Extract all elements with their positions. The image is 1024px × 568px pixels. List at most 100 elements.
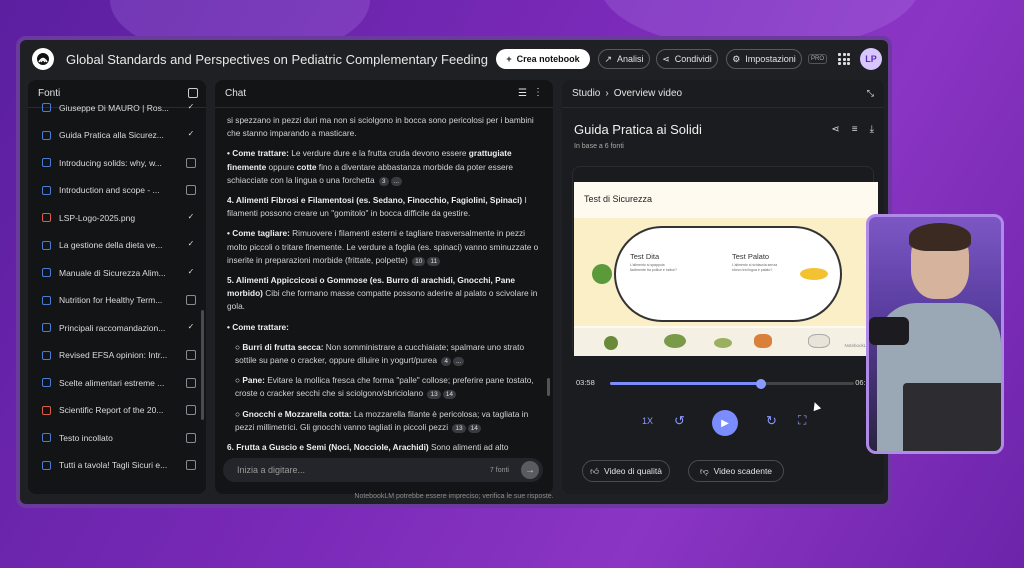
source-item[interactable]: Guida Pratica alla Sicurez... ✓ <box>28 122 206 150</box>
play-button[interactable]: ▶ <box>712 410 738 436</box>
source-checkbox[interactable] <box>186 432 196 443</box>
source-checkbox[interactable]: ✓ <box>186 130 196 140</box>
webcam-overlay <box>866 214 1004 454</box>
source-checkbox[interactable] <box>186 377 196 388</box>
chat-paragraph: • Come trattare: Le verdure dure e la fr… <box>227 148 513 186</box>
chat-paragraph: si spezzano in pezzi duri ma non si scio… <box>227 115 534 139</box>
tune-icon[interactable]: ☰ <box>518 88 527 99</box>
source-checkbox[interactable] <box>186 185 196 196</box>
document-icon <box>42 240 51 250</box>
document-icon <box>42 295 51 305</box>
document-icon <box>42 103 51 113</box>
video-sources-count: In base a 6 fonti <box>574 143 624 150</box>
source-checkbox[interactable] <box>186 405 196 416</box>
citation-chip[interactable]: 13 <box>452 423 466 433</box>
source-checkbox[interactable] <box>186 157 196 168</box>
chat-paragraph: 6. Frutta a Guscio e Semi (Noci, Nocciol… <box>227 442 509 453</box>
chat-paragraph: 4. Alimenti Fibrosi e Filamentosi (es. S… <box>227 195 527 219</box>
bad-video-button[interactable]: 👎︎ Video scadente <box>688 460 784 482</box>
source-label: Scientific Report of the 20... <box>59 405 164 416</box>
apps-grid-icon[interactable] <box>838 53 850 65</box>
source-item[interactable]: Giuseppe Di MAURO | Ros... ✓ <box>28 94 206 122</box>
collapse-icon[interactable]: ⤡ <box>867 88 874 99</box>
share-button[interactable]: ⋖ Condividi <box>656 49 718 69</box>
good-video-button[interactable]: 👍︎ Video di qualità <box>582 460 670 482</box>
breadcrumb-studio[interactable]: Studio <box>572 88 600 99</box>
progress-knob[interactable] <box>756 378 767 389</box>
source-label: Nutrition for Healthy Term... <box>59 295 163 306</box>
source-checkbox[interactable]: ✓ <box>186 240 196 250</box>
edit-notes-icon[interactable]: ≡ <box>852 124 858 135</box>
document-icon <box>42 350 51 360</box>
sources-scrollbar[interactable] <box>201 310 204 420</box>
citation-chip[interactable]: ... <box>452 357 465 367</box>
source-checkbox[interactable]: ✓ <box>186 267 196 278</box>
source-checkbox[interactable] <box>186 295 196 306</box>
source-item[interactable]: Manuale di Sicurezza Alim... ✓ <box>28 259 206 287</box>
rewind-10-icon[interactable]: ↺ <box>674 413 685 429</box>
speed-button[interactable]: 1X <box>642 416 653 426</box>
citation-chip[interactable]: 13 <box>427 390 441 400</box>
citation-chip[interactable]: 14 <box>442 390 456 400</box>
source-checkbox[interactable] <box>186 460 196 471</box>
citation-chip[interactable]: 3 <box>378 176 389 186</box>
avatar[interactable]: LP <box>860 48 882 70</box>
chat-input[interactable]: Inizia a digitare... 7 fonti → <box>223 458 543 482</box>
download-icon[interactable]: ⤓ <box>870 124 874 135</box>
notebooklm-logo-icon[interactable] <box>32 48 54 70</box>
source-item[interactable]: Scelte alimentari estreme ... <box>28 369 206 397</box>
source-item[interactable]: Scientific Report of the 20... <box>28 397 206 425</box>
top-bar: Global Standards and Perspectives on Ped… <box>20 40 888 80</box>
chevron-right-icon: › <box>605 88 609 99</box>
more-vert-icon[interactable]: ⋮ <box>533 87 543 98</box>
source-item[interactable]: Testo incollato <box>28 424 206 452</box>
source-label: Introducing solids: why, w... <box>59 157 162 168</box>
fullscreen-icon[interactable]: ⛶ <box>798 413 806 428</box>
source-checkbox[interactable]: ✓ <box>186 322 196 333</box>
send-button[interactable]: → <box>521 461 539 479</box>
source-item[interactable]: Revised EFSA opinion: Intr... <box>28 342 206 370</box>
thumb-up-icon: 👍︎ <box>590 465 599 476</box>
slide-food-row: NotebookLM <box>574 328 878 356</box>
chat-paragraph: ○ Pane: Evitare la mollica fresca che fo… <box>235 375 534 400</box>
create-notebook-button[interactable]: + Crea notebook <box>496 49 590 69</box>
source-item[interactable]: Nutrition for Healthy Term... <box>28 287 206 315</box>
banana-illustration <box>800 268 828 280</box>
notebook-title[interactable]: Global Standards and Perspectives on Ped… <box>66 52 488 67</box>
share-icon[interactable]: ⋖ <box>831 124 839 135</box>
progress-track[interactable] <box>610 378 854 389</box>
document-icon <box>42 378 51 388</box>
citation-chip[interactable]: 4 <box>441 357 451 367</box>
source-label: LSP-Logo-2025.png <box>59 212 136 223</box>
video-title: Guida Pratica ai Solidi <box>574 122 702 137</box>
video-frame[interactable]: Test di Sicurezza Test Dita L'alimento s… <box>574 182 878 356</box>
analytics-button[interactable]: ↗ Analisi <box>598 49 650 69</box>
forward-10-icon[interactable]: ↻ <box>766 413 777 429</box>
source-item[interactable]: La gestione della dieta ve... ✓ <box>28 232 206 260</box>
source-item[interactable]: Tutti a tavola! Tagli Sicuri e... <box>28 452 206 480</box>
source-item[interactable]: LSP-Logo-2025.png ✓ <box>28 204 206 232</box>
document-icon <box>42 130 51 140</box>
laptop <box>903 383 1001 451</box>
chat-scrollbar[interactable] <box>547 378 550 396</box>
source-checkbox[interactable] <box>186 350 196 361</box>
source-item[interactable]: Principali raccomandazion... ✓ <box>28 314 206 342</box>
pdf-icon <box>42 405 51 415</box>
citation-chip[interactable]: 11 <box>427 256 441 266</box>
settings-button[interactable]: ⚙ Impostazioni <box>726 49 802 69</box>
source-label: Giuseppe Di MAURO | Ros... <box>59 102 169 113</box>
source-checkbox[interactable]: ✓ <box>186 102 196 113</box>
document-icon <box>42 268 51 278</box>
source-checkbox[interactable]: ✓ <box>186 212 196 223</box>
pro-badge: PRO <box>808 54 828 64</box>
citation-chip[interactable]: ... <box>390 176 402 186</box>
cursor-icon <box>810 400 822 412</box>
source-item[interactable]: Introducing solids: why, w... <box>28 149 206 177</box>
citation-chip[interactable]: 10 <box>412 256 426 266</box>
document-icon <box>42 158 51 168</box>
source-item[interactable]: Introduction and scope - ... <box>28 177 206 205</box>
broccoli-illustration <box>592 264 612 284</box>
source-label: La gestione della dieta ve... <box>59 240 163 251</box>
citation-chip[interactable]: 14 <box>467 423 481 433</box>
source-label: Introduction and scope - ... <box>59 185 160 196</box>
